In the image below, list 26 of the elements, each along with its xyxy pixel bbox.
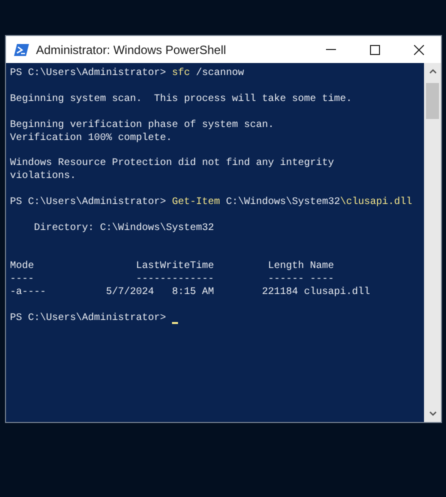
console-text: Windows Resource Protection did not find any integrity [10,158,334,170]
scroll-up-icon [428,69,436,74]
console-text: ---- ------------- ------ ---- [10,274,334,286]
window-title: Administrator: Windows PowerShell [36,42,226,58]
scroll-down-icon [428,411,436,416]
powershell-icon [14,44,29,56]
console-text: Mode LastWriteTime Length Name [10,261,334,274]
scrollbar-thumb[interactable] [426,83,439,119]
console-text: Beginning system scan. This process will take some time. [10,94,352,107]
console-text: Beginning verification phase of system scan. [10,120,274,132]
console-text: PS C:\Users\Administrator> [10,68,168,81]
command-text: \clusapi.dll [340,197,412,210]
command-text: Get-Item [172,197,220,210]
console-text: C:\Windows\System32 [225,197,340,210]
console-text: PS C:\Users\Administrator> [10,197,168,210]
close-icon [414,44,424,54]
maximize-icon [370,44,380,54]
minimize-icon [326,49,336,50]
command-text: sfc [172,68,190,81]
console-text: Directory: C:\Windows\System32 [33,222,214,236]
console-text: violations. [10,171,76,184]
console-text: Verification 100% complete. [10,132,172,146]
scrollbar[interactable] [424,63,441,422]
console-text: PS C:\Users\Administrator> [10,313,168,326]
console-text: /scannow [195,68,244,81]
console-text: -a---- 5/7/2024 8:15 AM 221184 clusapi.dll [10,287,370,300]
